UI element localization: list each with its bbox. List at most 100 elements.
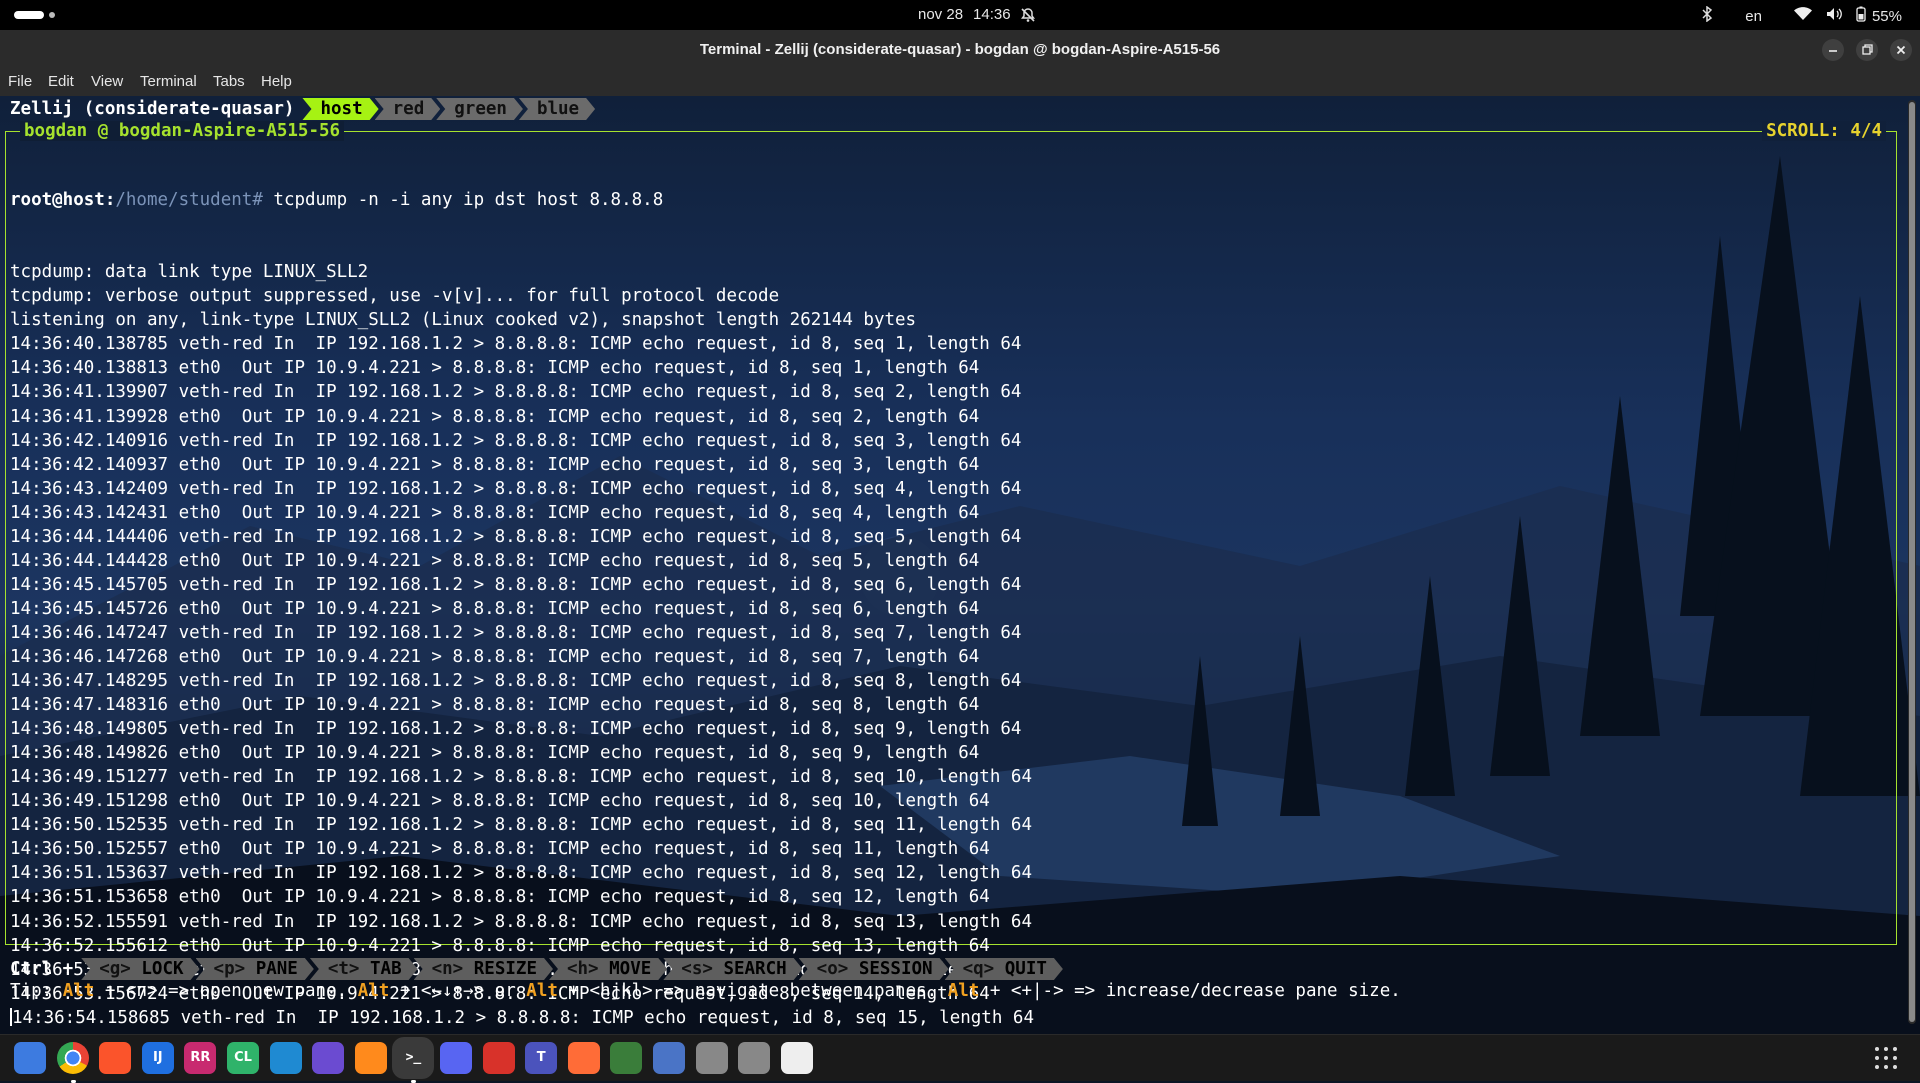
- minimize-button[interactable]: [1822, 39, 1844, 61]
- tip-text: + <hjkl> => navigate between panes.: [557, 981, 948, 1001]
- pane-title: bogdan @ bogdan-Aspire-A515-56: [20, 121, 345, 141]
- system-tray[interactable]: en 55%: [1701, 5, 1902, 26]
- output-text: 14:36:41.139928 eth0 Out IP 10.9.4.221 >…: [10, 406, 980, 427]
- discord-icon[interactable]: [440, 1042, 472, 1074]
- menu-view[interactable]: View: [91, 73, 123, 90]
- keybinding-key: <g>: [99, 959, 131, 979]
- app-glyph: RR: [190, 1050, 211, 1065]
- output-text: tcpdump: data link type LINUX_SLL2: [10, 262, 369, 283]
- app-glyph: IJ: [152, 1050, 163, 1065]
- scroll-indicator: SCROLL: 4/4: [1762, 121, 1886, 141]
- workspace-indicator-active: [14, 11, 44, 19]
- output-text: 14:36:41.139907 veth-red In IP 192.168.1…: [10, 382, 1022, 403]
- output-text: 14:36:48.149805 veth-red In IP 192.168.1…: [10, 719, 1022, 740]
- wireshark-icon[interactable]: [610, 1042, 643, 1074]
- obsidian-icon[interactable]: [312, 1042, 345, 1074]
- output-text: 14:36:45.145726 eth0 Out IP 10.9.4.221 >…: [10, 598, 980, 619]
- output-line: 14:36:44.144428 eth0 Out IP 10.9.4.221 >…: [10, 549, 1034, 573]
- rider-icon[interactable]: RR: [184, 1042, 217, 1074]
- tip-key-alt: Alt: [947, 981, 980, 1001]
- bell-off-icon: [1020, 7, 1036, 27]
- terminal-pane[interactable]: bogdan @ bogdan-Aspire-A515-56 SCROLL: 4…: [5, 121, 1897, 1028]
- output-line: 14:36:49.151277 veth-red In IP 192.168.1…: [10, 765, 1034, 789]
- keybinding-move[interactable]: <h> MOVE: [549, 958, 667, 980]
- workspace-indicator: [49, 12, 55, 18]
- output-line: 14:36:46.147247 veth-red In IP 192.168.1…: [10, 621, 1034, 645]
- keybinding-resize[interactable]: <n> RESIZE: [414, 958, 553, 980]
- keybinding-key: <q>: [962, 959, 995, 979]
- output-text: 14:36:51.153637 veth-red In IP 192.168.1…: [10, 863, 1032, 884]
- tip-line: Tip: Alt + <n> => open new pane. Alt + <…: [10, 981, 1401, 1001]
- chrome-icon[interactable]: [56, 1042, 89, 1083]
- menu-terminal[interactable]: Terminal: [140, 73, 197, 90]
- battery-icon: [1856, 6, 1866, 26]
- output-text: 14:36:54.158685 veth-red In IP 192.168.1…: [12, 1007, 1034, 1028]
- output-line: 14:36:48.149805 veth-red In IP 192.168.1…: [10, 717, 1034, 741]
- disk-icon[interactable]: [695, 1042, 728, 1074]
- output-line: 14:36:50.152535 veth-red In IP 192.168.1…: [10, 813, 1034, 837]
- output-text: 14:36:40.138813 eth0 Out IP 10.9.4.221 >…: [10, 358, 980, 379]
- tab-green[interactable]: green: [436, 98, 523, 120]
- tab-blue[interactable]: blue: [519, 98, 595, 120]
- output-line: 14:36:48.149826 eth0 Out IP 10.9.4.221 >…: [10, 741, 1034, 765]
- postman-icon[interactable]: [567, 1042, 600, 1074]
- tab-red[interactable]: red: [375, 98, 441, 120]
- clion-icon[interactable]: CL: [227, 1042, 259, 1074]
- prompt-path: /home/student#: [115, 190, 263, 211]
- output-text: 14:36:42.140937 eth0 Out IP 10.9.4.221 >…: [10, 454, 980, 475]
- output-line: 14:36:41.139907 veth-red In IP 192.168.1…: [10, 380, 1034, 404]
- pdf-icon[interactable]: [482, 1042, 515, 1074]
- keybinding-label: SESSION: [858, 959, 933, 979]
- keybinding-lock[interactable]: <g> LOCK: [81, 958, 199, 980]
- window-title-bar[interactable]: Terminal - Zellij (considerate-quasar) -…: [0, 30, 1920, 70]
- sublime-icon[interactable]: [354, 1042, 387, 1074]
- dock: IJ RR CL >_ T: [0, 1034, 1920, 1083]
- keybinding-quit[interactable]: <q> QUIT: [945, 958, 1063, 980]
- tip-text: Tip:: [10, 981, 63, 1001]
- clock[interactable]: nov 28 14:36: [918, 6, 1011, 23]
- menu-edit[interactable]: Edit: [48, 73, 74, 90]
- files-icon[interactable]: [14, 1042, 46, 1074]
- output-line: 14:36:43.142409 veth-red In IP 192.168.1…: [10, 477, 1034, 501]
- menu-help[interactable]: Help: [261, 73, 292, 90]
- close-button[interactable]: [1890, 39, 1912, 61]
- output-line: 14:36:47.148316 eth0 Out IP 10.9.4.221 >…: [10, 693, 1034, 717]
- menu-tabs[interactable]: Tabs: [213, 73, 245, 90]
- terminal-output[interactable]: root@host:/home/student# tcpdump -n -i a…: [10, 140, 1034, 1034]
- output-text: 14:36:43.142431 eth0 Out IP 10.9.4.221 >…: [10, 502, 980, 523]
- scrollbar-thumb[interactable]: [1909, 102, 1915, 1022]
- show-apps-button[interactable]: [1874, 1046, 1898, 1070]
- tab-label: blue: [536, 99, 580, 119]
- language-indicator[interactable]: en: [1745, 8, 1762, 25]
- settings-list-icon[interactable]: [653, 1042, 685, 1074]
- disk-2-icon[interactable]: [738, 1042, 771, 1074]
- terminal-viewport[interactable]: Zellij (considerate-quasar) host red gre…: [0, 96, 1920, 1034]
- trash-icon[interactable]: [780, 1042, 813, 1074]
- tab-host[interactable]: host: [302, 98, 378, 120]
- keybinding-search[interactable]: <s> SEARCH: [663, 958, 802, 980]
- menu-file[interactable]: File: [8, 73, 32, 90]
- terminal-icon[interactable]: >_: [397, 1042, 430, 1083]
- teams-icon[interactable]: T: [525, 1042, 558, 1074]
- output-text: 14:36:44.144428 eth0 Out IP 10.9.4.221 >…: [10, 550, 980, 571]
- intellij-icon[interactable]: IJ: [141, 1042, 174, 1074]
- app-glyph: CL: [234, 1050, 252, 1065]
- keybinding-session[interactable]: <o> SESSION: [799, 958, 949, 980]
- output-text: 14:36:46.147268 eth0 Out IP 10.9.4.221 >…: [10, 646, 980, 667]
- app-glyph: >_: [405, 1050, 422, 1065]
- battery-percent: 55%: [1871, 7, 1902, 25]
- output-line: 14:36:40.138785 veth-red In IP 192.168.1…: [10, 332, 1034, 356]
- activities-button[interactable]: [14, 11, 55, 19]
- output-line: 14:36:42.140916 veth-red In IP 192.168.1…: [10, 429, 1034, 453]
- keybinding-list: <g> LOCK <p> PANE <t> TAB <n> RESIZE <h> MOV…: [81, 958, 1059, 980]
- keybinding-tab[interactable]: <t> TAB: [310, 958, 418, 980]
- brave-icon[interactable]: [99, 1042, 132, 1074]
- keybinding-key: <h>: [566, 959, 599, 979]
- keybinding-pane[interactable]: <p> PANE: [196, 958, 314, 980]
- output-line: 14:36:47.148295 veth-red In IP 192.168.1…: [10, 669, 1034, 693]
- session-name: Zellij (considerate-quasar): [10, 99, 295, 119]
- vscode-icon[interactable]: [269, 1042, 302, 1074]
- terminal-scrollbar[interactable]: [1908, 100, 1916, 1024]
- output-text: 14:36:47.148295 veth-red In IP 192.168.1…: [10, 671, 1022, 692]
- maximize-button[interactable]: [1856, 39, 1878, 61]
